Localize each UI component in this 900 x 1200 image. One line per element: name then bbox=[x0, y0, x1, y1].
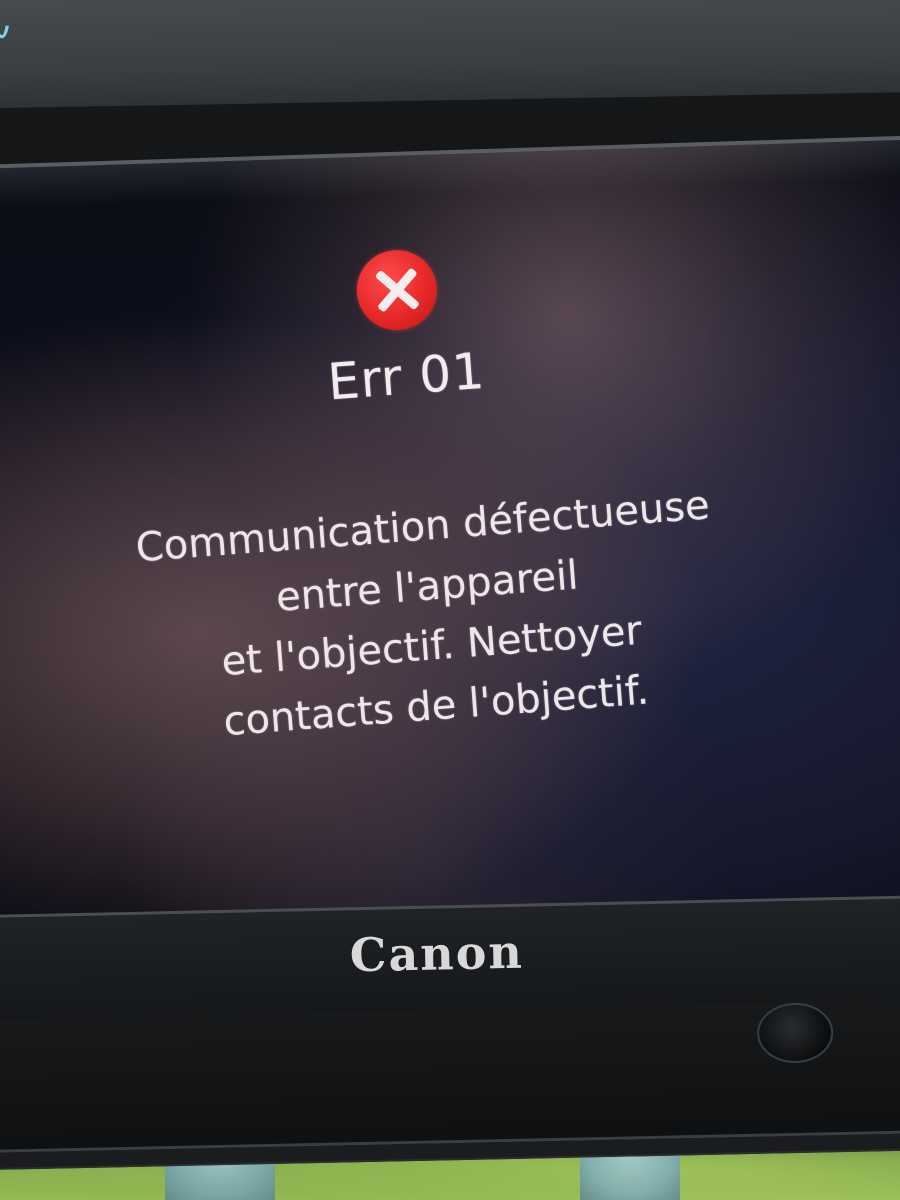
eye-sensor bbox=[756, 1002, 834, 1064]
camera-body-top: ∿ bbox=[0, 0, 900, 109]
error-x-icon bbox=[353, 247, 440, 334]
error-dialog: Err 01 Communication défectueuse entre l… bbox=[0, 135, 900, 933]
wave-icon: ∿ bbox=[0, 3, 14, 51]
brand-logo: Canon bbox=[349, 924, 525, 983]
camera-lower-body bbox=[0, 999, 900, 1154]
error-message: Communication défectueuse entre l'appare… bbox=[61, 470, 797, 763]
lcd-screen: Err 01 Communication défectueuse entre l… bbox=[0, 135, 900, 933]
error-code: Err 01 bbox=[325, 341, 487, 412]
camera-photo-scene: ∿ Err 01 Communication défectueuse entre… bbox=[0, 0, 900, 1200]
